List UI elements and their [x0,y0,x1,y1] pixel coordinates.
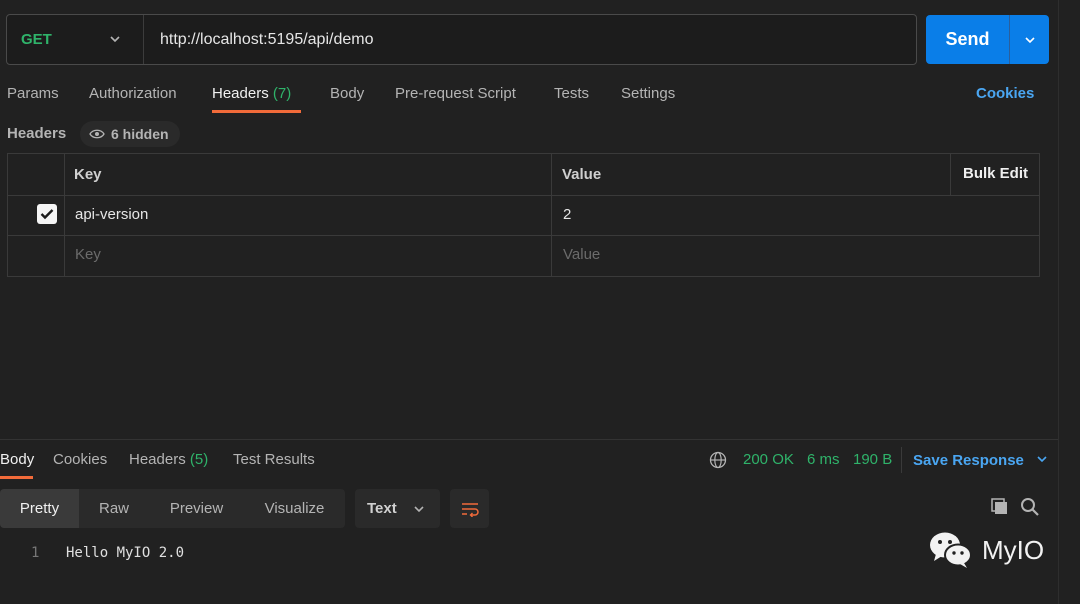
active-tab-indicator [212,110,301,113]
send-button-group: Send [926,15,1049,64]
sidebar-divider [1058,0,1059,604]
view-visualize[interactable]: Visualize [244,489,345,528]
column-header-key: Key [74,166,102,183]
hidden-headers-toggle[interactable]: 6 hidden [80,121,180,147]
response-tab-body[interactable]: Body [0,451,34,469]
new-value-input[interactable]: Value [563,246,600,264]
response-tab-headers[interactable]: Headers (5) [129,451,208,469]
eye-icon [89,129,105,139]
tab-pre-request-script[interactable]: Pre-request Script [395,84,516,108]
header-value-cell[interactable]: 2 [563,206,571,224]
watermark: MyIO [928,530,1044,570]
hidden-count: 6 hidden [111,126,169,142]
wrap-lines-button[interactable] [450,489,489,528]
cookies-link[interactable]: Cookies [976,84,1034,104]
response-body-text: Hello MyIO 2.0 [66,545,185,561]
globe-icon[interactable] [709,451,727,474]
tab-tests[interactable]: Tests [554,84,589,108]
tab-headers[interactable]: Headers (7) [212,84,291,108]
view-pretty[interactable]: Pretty [0,489,79,528]
copy-icon[interactable] [990,497,1010,522]
column-divider [950,154,951,195]
send-options-button[interactable] [1010,15,1049,64]
view-mode-switch: Pretty Raw Preview Visualize [0,489,345,528]
tab-settings[interactable]: Settings [621,84,675,108]
method-label: GET [21,31,52,48]
checkmark-icon [40,209,54,220]
response-size[interactable]: 190 B [853,451,892,469]
view-raw[interactable]: Raw [79,489,149,528]
chevron-down-icon [414,505,424,512]
url-input[interactable] [147,15,907,64]
save-response-button[interactable]: Save Response [913,452,1048,470]
response-tab-test-results[interactable]: Test Results [233,451,315,469]
search-icon[interactable] [1020,497,1040,522]
tab-body[interactable]: Body [330,84,364,108]
column-header-value: Value [562,166,602,183]
header-enabled-checkbox[interactable] [37,204,57,224]
watermark-text: MyIO [982,534,1045,565]
method-select[interactable]: GET [7,15,144,64]
row-divider [8,195,1039,196]
header-key-cell[interactable]: api-version [75,206,148,224]
divider [901,447,902,473]
new-key-input[interactable]: Key [75,246,101,264]
wechat-icon [930,532,972,568]
line-number: 1 [31,545,40,561]
bulk-edit-button[interactable]: Bulk Edit [963,165,1028,183]
column-divider [64,154,65,276]
response-headers-count: (5) [189,451,209,468]
response-tab-cookies[interactable]: Cookies [53,451,107,469]
row-divider [8,235,1039,236]
view-preview[interactable]: Preview [149,489,244,528]
active-tab-indicator [0,476,33,479]
chevron-down-icon [110,36,120,43]
response-time[interactable]: 6 ms [807,451,840,469]
tab-params[interactable]: Params [7,84,59,108]
headers-table: Key Value Bulk Edit api-version 2 Key Va… [7,153,1040,277]
url-bar: GET [6,14,917,65]
status-code[interactable]: 200 OK [743,451,794,469]
tab-authorization[interactable]: Authorization [89,84,177,108]
chevron-down-icon [1037,456,1047,463]
wrap-lines-icon [461,502,479,517]
section-title: Headers [7,125,67,142]
headers-count: (7) [272,85,292,102]
column-divider [551,154,552,276]
send-button[interactable]: Send [926,15,1010,64]
pane-divider[interactable] [0,439,1058,440]
chevron-down-icon [1024,36,1035,43]
format-select[interactable]: Text [355,489,440,528]
